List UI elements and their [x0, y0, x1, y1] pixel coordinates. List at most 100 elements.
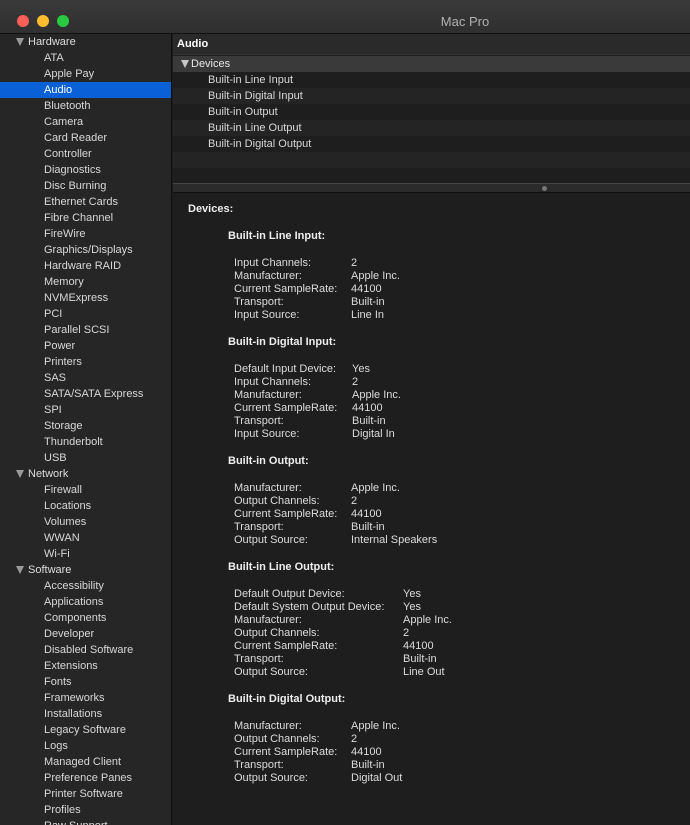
sidebar-item[interactable]: NVMExpress — [0, 290, 171, 306]
sidebar-item[interactable]: Locations — [0, 498, 171, 514]
sidebar-item[interactable]: Hardware RAID — [0, 258, 171, 274]
sidebar-item[interactable]: Disc Burning — [0, 178, 171, 194]
property-value: 44100 — [351, 508, 382, 520]
sidebar-item-label: SATA/SATA Express — [44, 388, 144, 400]
device-list-item[interactable]: Built-in Line Output — [173, 120, 690, 136]
sidebar-item[interactable]: Power — [0, 338, 171, 354]
sidebar-category[interactable]: Software — [0, 562, 171, 578]
sidebar-item[interactable]: FireWire — [0, 226, 171, 242]
sidebar-item-label: Components — [44, 612, 107, 624]
sidebar-item[interactable]: Memory — [0, 274, 171, 290]
sidebar-item[interactable]: SATA/SATA Express — [0, 386, 171, 402]
disclosure-triangle-icon[interactable] — [16, 38, 24, 46]
device-list-item[interactable]: Built-in Digital Output — [173, 136, 690, 152]
property-value: Apple Inc. — [351, 482, 400, 494]
sidebar-item[interactable]: Controller — [0, 146, 171, 162]
sidebar-item[interactable]: Installations — [0, 706, 171, 722]
split-view-divider[interactable] — [173, 183, 690, 193]
property-value: 2 — [351, 733, 358, 745]
sidebar-item[interactable]: Components — [0, 610, 171, 626]
sidebar-item[interactable]: SPI — [0, 402, 171, 418]
property-label: Input Channels: — [234, 257, 312, 269]
sidebar-item[interactable]: Developer — [0, 626, 171, 642]
sidebar-item[interactable]: Raw Support — [0, 818, 171, 825]
sidebar-item[interactable]: Thunderbolt — [0, 434, 171, 450]
property-value: 2 — [351, 495, 358, 507]
sidebar-item[interactable]: Legacy Software — [0, 722, 171, 738]
sidebar-item[interactable]: Firewall — [0, 482, 171, 498]
device-list-item[interactable]: Built-in Line Input — [173, 72, 690, 88]
disclosure-triangle-icon[interactable] — [16, 566, 24, 574]
sidebar-item-label: Installations — [44, 708, 103, 720]
sidebar-item-label: Software — [28, 564, 72, 576]
sidebar-item-label: Firewall — [44, 484, 82, 496]
sidebar-item[interactable]: Ethernet Cards — [0, 194, 171, 210]
sidebar-item[interactable]: Parallel SCSI — [0, 322, 171, 338]
sidebar-item[interactable]: Apple Pay — [0, 66, 171, 82]
property-value: Built-in — [351, 296, 385, 308]
property-label: Current SampleRate: — [234, 283, 338, 295]
sidebar-item[interactable]: Wi-Fi — [0, 546, 171, 562]
sidebar-item-label: Logs — [44, 740, 68, 752]
sidebar-item[interactable]: Storage — [0, 418, 171, 434]
property-label: Output Source: — [234, 534, 308, 546]
sidebar-item[interactable]: Logs — [0, 738, 171, 754]
sidebar-item-label: USB — [44, 452, 67, 464]
sidebar-item[interactable]: Disabled Software — [0, 642, 171, 658]
disclosure-triangle-icon[interactable] — [181, 60, 189, 68]
sidebar-item-label: PCI — [44, 308, 63, 320]
sidebar-item-label: Fibre Channel — [44, 212, 114, 224]
sidebar-item[interactable]: Volumes — [0, 514, 171, 530]
sidebar-item[interactable]: Graphics/Displays — [0, 242, 171, 258]
device-list-item[interactable]: Built-in Output — [173, 104, 690, 120]
device-list-item[interactable]: Built-in Digital Input — [173, 88, 690, 104]
sidebar-item-label: WWAN — [44, 532, 80, 544]
sidebar-category[interactable]: Network — [0, 466, 171, 482]
property-label: Default Input Device: — [234, 363, 337, 375]
sidebar-item-label: Memory — [44, 276, 84, 288]
disclosure-triangle-icon[interactable] — [16, 470, 24, 478]
sidebar-item[interactable]: Profiles — [0, 802, 171, 818]
sidebar-item-label: Accessibility — [44, 580, 104, 592]
divider-grip-icon[interactable] — [542, 186, 547, 191]
sidebar-item[interactable]: Diagnostics — [0, 162, 171, 178]
section-title: Audio — [173, 34, 690, 55]
property-label: Current SampleRate: — [234, 640, 338, 652]
devices-group-header[interactable]: Devices — [173, 56, 690, 72]
sidebar-item[interactable]: Printers — [0, 354, 171, 370]
property-label: Output Channels: — [234, 495, 320, 507]
sidebar-item[interactable]: USB — [0, 450, 171, 466]
property-value: Built-in — [351, 521, 385, 533]
sidebar-item-label: NVMExpress — [44, 292, 109, 304]
property-label: Output Channels: — [234, 733, 320, 745]
property-label: Transport: — [234, 521, 284, 533]
property-value: 44100 — [351, 746, 382, 758]
sidebar-item[interactable]: SAS — [0, 370, 171, 386]
sidebar-item[interactable]: Printer Software — [0, 786, 171, 802]
sidebar-item[interactable]: Bluetooth — [0, 98, 171, 114]
sidebar-item[interactable]: Fibre Channel — [0, 210, 171, 226]
sidebar-item[interactable]: Audio — [0, 82, 171, 98]
sidebar-item[interactable]: Extensions — [0, 658, 171, 674]
list-empty-row — [173, 152, 690, 168]
sidebar-category[interactable]: Hardware — [0, 34, 171, 50]
sidebar-item[interactable]: Frameworks — [0, 690, 171, 706]
property-value: Digital In — [352, 428, 395, 440]
property-value: Built-in — [352, 415, 386, 427]
sidebar-item-label: Managed Client — [44, 756, 122, 768]
sidebar-item[interactable]: Camera — [0, 114, 171, 130]
property-value: Built-in — [351, 759, 385, 771]
sidebar-item[interactable]: Accessibility — [0, 578, 171, 594]
sidebar-item[interactable]: Fonts — [0, 674, 171, 690]
sidebar-item[interactable]: Card Reader — [0, 130, 171, 146]
sidebar-item[interactable]: ATA — [0, 50, 171, 66]
sidebar-item[interactable]: Applications — [0, 594, 171, 610]
sidebar-item-label: Apple Pay — [44, 68, 95, 80]
sidebar-item[interactable]: PCI — [0, 306, 171, 322]
sidebar-item[interactable]: Preference Panes — [0, 770, 171, 786]
sidebar-item-label: Bluetooth — [44, 100, 91, 112]
sidebar-item[interactable]: Managed Client — [0, 754, 171, 770]
sidebar-item-label: Extensions — [44, 660, 98, 672]
sidebar-item[interactable]: WWAN — [0, 530, 171, 546]
detail-pane: Devices: Built-in Line Input: Input Chann… — [173, 193, 690, 825]
